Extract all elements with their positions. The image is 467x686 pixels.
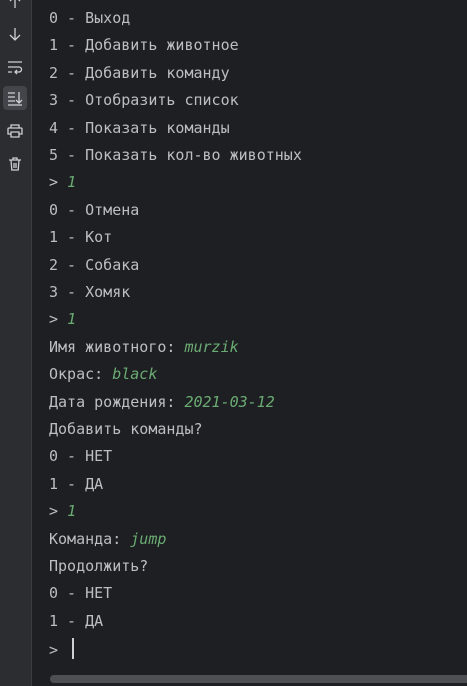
console-line: 1 - Кот [49, 227, 112, 247]
console-line: 1 - ДА [49, 474, 103, 494]
output-text: 0 - НЕТ [49, 447, 113, 466]
console-line: Дата рождения: 2021-03-12 [49, 392, 275, 412]
console-line: Продолжить? [49, 556, 148, 576]
console-line: Добавить команды? [49, 419, 203, 439]
prompt-text: Команда: [49, 529, 131, 548]
console-line: 2 - Добавить команду [49, 63, 230, 83]
console-line: > 1 [49, 501, 76, 521]
output-text: 0 - Выход [49, 9, 131, 27]
output-text: 3 - Отобразить список [49, 91, 239, 110]
prompt-text: Дата рождения: [49, 392, 185, 411]
prompt-text: > [49, 173, 68, 192]
console-line: > 1 [49, 172, 76, 192]
output-text: Продолжить? [49, 557, 149, 575]
console-line: 3 - Отобразить список [49, 90, 239, 110]
trash-icon[interactable] [3, 152, 27, 176]
output-text: 0 - Отмена [49, 200, 140, 219]
console-line: Команда: jump [49, 529, 166, 549]
console-line: 2 - Собака [49, 255, 139, 275]
output-text: 1 - ДА [49, 474, 104, 493]
prompt-text: Окрас: [49, 365, 113, 384]
output-text: 5 - Показать кол-во животных [49, 146, 302, 164]
console-line: 5 - Показать кол-во животных [49, 145, 302, 165]
user-input-text: jump [130, 529, 167, 548]
console-line: 1 - ДА [49, 611, 103, 631]
console-line: 0 - Выход [49, 8, 130, 28]
console-output[interactable]: 0 - Выход 1 - Добавить животное 2 - Добави… [32, 0, 467, 672]
user-input-text: murzik [184, 337, 239, 356]
output-text: 2 - Добавить команду [49, 63, 230, 82]
print-icon[interactable] [3, 119, 27, 143]
output-text: 0 - НЕТ [49, 584, 113, 603]
output-text: 2 - Собака [49, 255, 140, 274]
console-line: 4 - Показать команды [49, 118, 230, 138]
console-toolbar [0, 0, 32, 686]
console-line: Окрас: black [49, 364, 157, 384]
console-line: > [49, 638, 75, 660]
console-line: 0 - НЕТ [49, 446, 112, 466]
prompt-text: > [49, 641, 68, 660]
output-text: 4 - Показать команды [49, 118, 230, 137]
scroll-to-end-icon[interactable] [3, 86, 27, 110]
prompt-text: Имя животного: [49, 337, 185, 356]
prompt-text: > [49, 310, 68, 329]
output-text: 3 - Хомяк [49, 283, 131, 301]
user-input-text: 2021-03-12 [184, 392, 275, 411]
console-line: Имя животного: murzik [49, 337, 239, 357]
scrollbar-thumb[interactable] [50, 675, 467, 683]
text-cursor[interactable] [72, 638, 75, 660]
prompt-text: > [49, 502, 68, 521]
user-input-text: 1 [67, 310, 77, 329]
run-console-window: 0 - Выход 1 - Добавить животное 2 - Добави… [0, 0, 467, 686]
console-line: 0 - Отмена [49, 200, 139, 220]
console-line: 3 - Хомяк [49, 282, 130, 302]
up-arrow-icon[interactable] [3, 0, 27, 14]
console-line: 1 - Добавить животное [49, 35, 239, 55]
output-text: 1 - ДА [49, 611, 104, 630]
soft-wrap-icon[interactable] [3, 55, 27, 79]
console-line: 0 - НЕТ [49, 583, 112, 603]
output-text: Добавить команды? [49, 420, 203, 438]
user-input-text: 1 [67, 173, 77, 192]
output-text: 1 - Кот [49, 228, 113, 247]
output-text: 1 - Добавить животное [49, 36, 239, 55]
console-line: > 1 [49, 309, 76, 329]
user-input-text: 1 [67, 502, 77, 521]
horizontal-scrollbar[interactable] [32, 672, 467, 686]
down-arrow-icon[interactable] [3, 22, 27, 46]
user-input-text: black [112, 365, 158, 384]
